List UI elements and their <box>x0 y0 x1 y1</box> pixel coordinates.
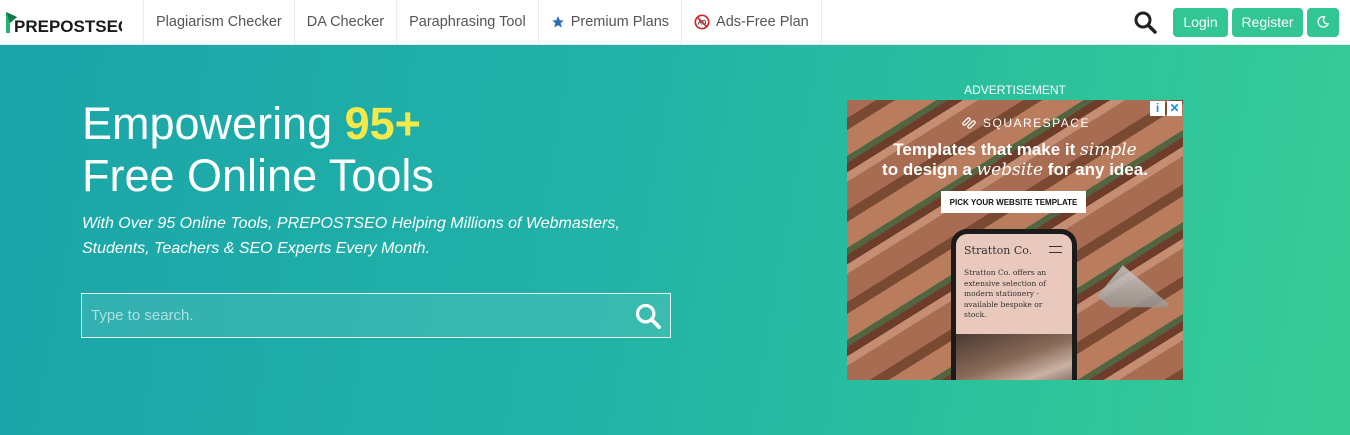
phone-mockup: Stratton Co. Stratton Co. offers an exte… <box>951 229 1077 380</box>
hero-title-line2: Free Online Tools <box>82 150 434 201</box>
no-ads-icon: AD <box>694 14 710 30</box>
nav-label: Ads-Free Plan <box>716 14 809 30</box>
phone-text: Stratton Co. offers an extensive selecti… <box>964 268 1047 319</box>
logo-mark: PREPOSTSEO <box>6 12 122 35</box>
ad-headline-script: simple <box>1080 140 1137 160</box>
search-toggle[interactable] <box>1125 2 1165 42</box>
nav-label: Paraphrasing Tool <box>409 14 526 30</box>
ad-brand-name: SQUARESPACE <box>983 116 1090 130</box>
close-icon[interactable]: ✕ <box>1167 101 1182 116</box>
logo[interactable]: PREPOSTSEO <box>0 0 143 44</box>
register-button[interactable]: Register <box>1232 7 1303 37</box>
hero-title-accent: 95+ <box>344 98 421 149</box>
advertisement-banner[interactable]: i ✕ SQUARESPACE Templates that make it s… <box>847 100 1183 380</box>
nav-label: Plagiarism Checker <box>156 14 282 30</box>
nav-premium-plans[interactable]: Premium Plans <box>537 0 681 44</box>
nav-actions: Login Register <box>1125 0 1350 44</box>
tool-search-button[interactable] <box>626 294 670 337</box>
phone-title: Stratton Co. <box>964 244 1033 257</box>
tool-search-input[interactable] <box>82 294 626 337</box>
nav-label: Premium Plans <box>570 14 670 30</box>
nav-links: Plagiarism Checker DA Checker Paraphrasi… <box>143 0 822 44</box>
ad-headline-part: for any idea. <box>1043 160 1148 179</box>
phone-image <box>956 334 1072 380</box>
nav-da-checker[interactable]: DA Checker <box>293 0 396 44</box>
login-button[interactable]: Login <box>1173 7 1228 37</box>
tool-search-box <box>81 293 671 338</box>
hamburger-icon <box>1049 246 1062 253</box>
ad-headline-part: to design a <box>882 160 977 179</box>
search-icon <box>635 303 661 329</box>
star-icon <box>551 16 564 28</box>
ad-headline-script: website <box>976 160 1044 180</box>
ad-cta-button[interactable]: PICK YOUR WEBSITE TEMPLATE <box>941 191 1086 213</box>
moon-icon <box>1317 15 1329 28</box>
phone-screen: Stratton Co. Stratton Co. offers an exte… <box>956 234 1072 380</box>
ad-brand: SQUARESPACE <box>961 116 1090 130</box>
info-icon[interactable]: i <box>1150 101 1165 116</box>
hero-title: Empowering 95+ Free Online Tools <box>82 98 434 202</box>
dark-mode-button[interactable] <box>1307 7 1339 37</box>
logo-text: PREPOSTSEO <box>14 17 122 35</box>
hero-subtitle: With Over 95 Online Tools, PREPOSTSEO He… <box>82 215 620 257</box>
ad-label: ADVERTISEMENT <box>964 83 1066 97</box>
top-navbar: PREPOSTSEO Plagiarism Checker DA Checker… <box>0 0 1350 45</box>
ad-controls: i ✕ <box>1150 101 1182 116</box>
nav-plagiarism-checker[interactable]: Plagiarism Checker <box>143 0 294 44</box>
nav-label: DA Checker <box>306 14 385 30</box>
hero-title-prefix: Empowering <box>82 98 345 149</box>
hero-section: Empowering 95+ Free Online Tools With Ov… <box>0 45 1350 435</box>
squarespace-logo-icon <box>962 117 976 129</box>
nav-paraphrasing-tool[interactable]: Paraphrasing Tool <box>396 0 538 44</box>
search-icon <box>1134 11 1157 34</box>
ad-headline: Templates that make it simple to design … <box>847 140 1183 180</box>
ad-headline-part: Templates that make it <box>893 140 1081 159</box>
nav-ads-free-plan[interactable]: AD Ads-Free Plan <box>681 0 822 44</box>
